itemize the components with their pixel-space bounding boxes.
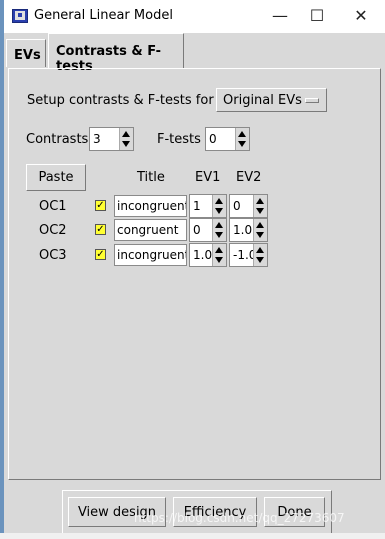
spin-down-icon[interactable] <box>122 141 130 147</box>
close-icon[interactable]: ✕ <box>349 4 373 28</box>
ev1-column-header: EV1 <box>195 170 221 185</box>
ev1-spinbox-oc2[interactable]: 0 <box>189 218 227 242</box>
spin-down-icon[interactable] <box>256 232 264 238</box>
title-bar: General Linear Model — ☐ ✕ <box>4 0 385 33</box>
row-title-input-oc3[interactable]: incongruent- <box>114 244 187 266</box>
spin-up-icon[interactable] <box>256 198 264 204</box>
paste-button[interactable]: Paste <box>26 164 86 191</box>
ev2-value-oc2: 1.0 <box>233 223 253 237</box>
row-checkbox-oc2[interactable]: ✓ <box>95 224 106 235</box>
tab-contrasts-ftests[interactable]: Contrasts & F-tests <box>48 33 184 74</box>
dropdown-indicator-icon <box>305 98 319 103</box>
glm-window: General Linear Model — ☐ ✕ EVs Contrasts… <box>4 0 385 539</box>
spin-down-icon[interactable] <box>215 257 223 263</box>
maximize-icon[interactable]: ☐ <box>305 4 329 28</box>
ev2-spinbox-oc3[interactable]: -1.0 <box>229 243 268 267</box>
setup-dropdown[interactable]: Original EVs <box>216 88 327 112</box>
spin-down-icon[interactable] <box>215 232 223 238</box>
row-checkbox-oc1[interactable]: ✓ <box>95 200 106 211</box>
setup-label: Setup contrasts & F-tests for <box>27 93 214 108</box>
row-label-oc3: OC3 <box>39 248 67 263</box>
row-label-oc2: OC2 <box>39 223 67 238</box>
taskbar-edge <box>0 533 385 539</box>
ev2-column-header: EV2 <box>236 170 262 185</box>
spin-up-icon[interactable] <box>215 198 223 204</box>
contrasts-label: Contrasts <box>26 132 89 147</box>
ev2-value-oc1: 0 <box>233 199 241 213</box>
minimize-icon[interactable]: — <box>268 4 292 28</box>
spin-up-icon[interactable] <box>256 222 264 228</box>
ev1-value-oc3: 1.0 <box>193 248 213 262</box>
contrasts-spinbox[interactable]: 3 <box>89 127 134 151</box>
watermark-text: https://blog.csdn.net/qq_27273607 <box>134 511 345 525</box>
spin-up-icon[interactable] <box>215 222 223 228</box>
ev1-value-oc1: 1 <box>193 199 201 213</box>
ev2-spinbox-oc2[interactable]: 1.0 <box>229 218 268 242</box>
ftests-spinbox[interactable]: 0 <box>205 127 250 151</box>
spin-down-icon[interactable] <box>256 208 264 214</box>
spin-down-icon[interactable] <box>238 141 246 147</box>
ftests-value: 0 <box>209 132 217 146</box>
row-title-input-oc1[interactable]: incongruent <box>114 195 187 217</box>
tab-bar: EVs Contrasts & F-tests <box>4 33 385 74</box>
ev1-spinbox-oc1[interactable]: 1 <box>189 194 227 218</box>
setup-dropdown-value: Original EVs <box>223 93 302 108</box>
contrasts-panel: Setup contrasts & F-tests for Original E… <box>8 68 381 480</box>
spin-down-icon[interactable] <box>256 257 264 263</box>
ev2-spinbox-oc1[interactable]: 0 <box>229 194 268 218</box>
row-label-oc1: OC1 <box>39 199 67 214</box>
ev1-spinbox-oc3[interactable]: 1.0 <box>189 243 227 267</box>
ev1-value-oc2: 0 <box>193 223 201 237</box>
window-title: General Linear Model <box>34 8 173 23</box>
spin-up-icon[interactable] <box>256 247 264 253</box>
tab-evs[interactable]: EVs <box>6 39 46 67</box>
ftests-label: F-tests <box>157 132 201 147</box>
title-column-header: Title <box>137 170 165 185</box>
spin-up-icon[interactable] <box>122 131 130 137</box>
spin-up-icon[interactable] <box>238 131 246 137</box>
row-title-input-oc2[interactable]: congruent <box>114 219 187 241</box>
spin-down-icon[interactable] <box>215 208 223 214</box>
row-checkbox-oc3[interactable]: ✓ <box>95 249 106 260</box>
contrasts-value: 3 <box>93 132 101 146</box>
spin-up-icon[interactable] <box>215 247 223 253</box>
app-icon <box>12 9 28 23</box>
